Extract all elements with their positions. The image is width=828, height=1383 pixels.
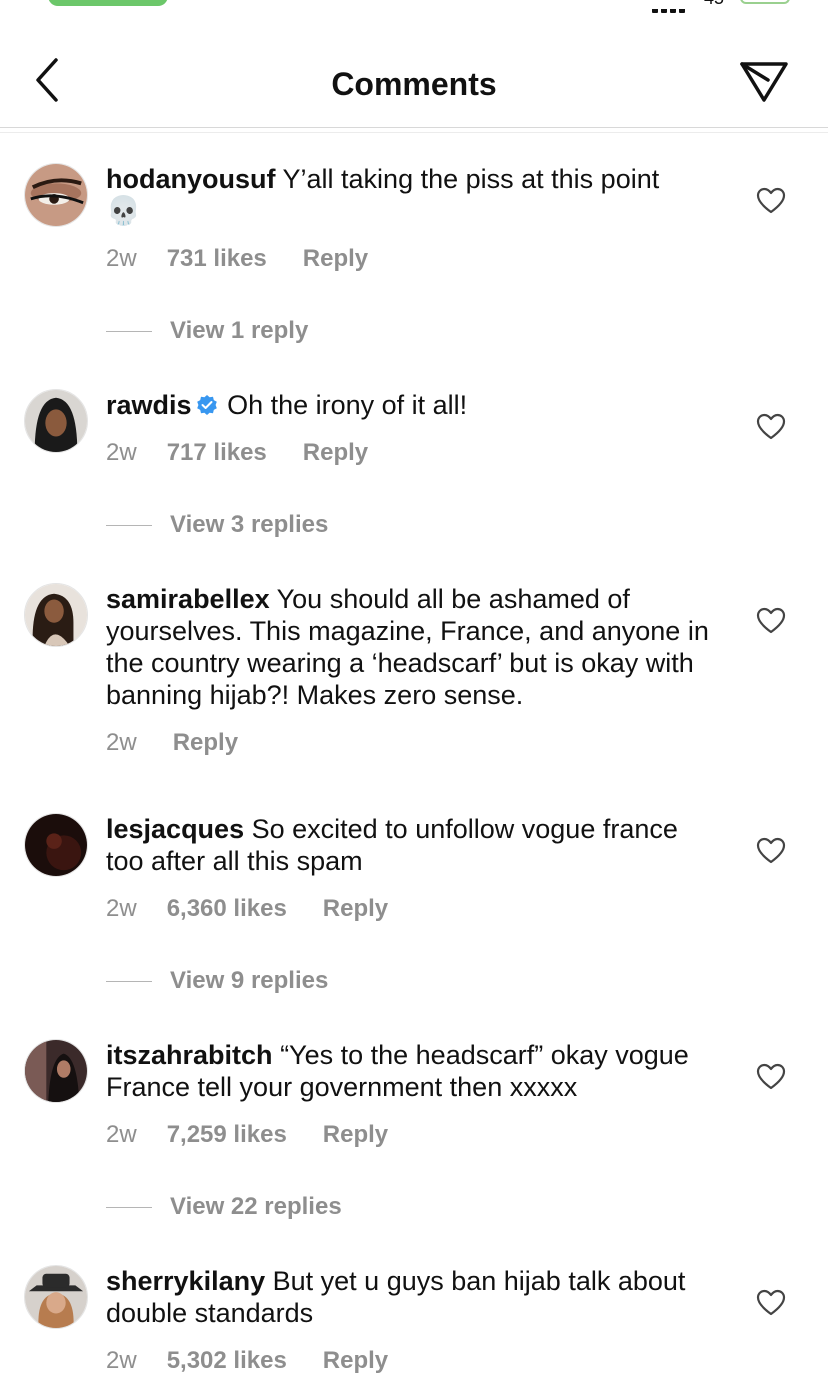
heart-icon — [756, 607, 786, 634]
page-title: Comments — [331, 66, 497, 102]
verified-badge-icon — [196, 395, 217, 415]
comments-header: Comments — [0, 40, 828, 128]
comment-meta: 2w 7,259 likes Reply — [106, 1121, 388, 1149]
reply-button[interactable]: Reply — [173, 729, 238, 757]
battery-icon — [740, 0, 790, 4]
avatar[interactable] — [24, 583, 88, 647]
view-replies-label: View 22 replies — [170, 1193, 342, 1220]
comment-text: Y’all taking the piss at this point — [282, 164, 660, 194]
send-button[interactable] — [738, 58, 790, 106]
reply-button[interactable]: Reply — [323, 1347, 388, 1375]
comment-username[interactable]: rawdis — [106, 390, 192, 420]
comment-body: lesjacques So excited to unfollow vogue … — [106, 813, 721, 877]
comment-time: 2w — [106, 729, 137, 756]
comment-meta: 2w 717 likes Reply — [106, 439, 368, 467]
like-button[interactable] — [756, 837, 786, 865]
replies-line — [106, 981, 152, 983]
replies-line — [106, 525, 152, 527]
comment-likes[interactable]: 717 likes — [167, 439, 267, 467]
like-button[interactable] — [756, 413, 786, 441]
reply-button[interactable]: Reply — [303, 245, 368, 273]
send-icon — [740, 62, 788, 102]
heart-icon — [756, 1063, 786, 1090]
avatar[interactable] — [24, 1265, 88, 1329]
comment-meta: 2w Reply — [106, 729, 238, 757]
comment-time: 2w — [106, 245, 137, 272]
comment-body: itszahrabitch “Yes to the headscarf” oka… — [106, 1039, 721, 1103]
heart-icon — [756, 413, 786, 440]
comment-time: 2w — [106, 1347, 137, 1374]
view-replies-label: View 9 replies — [170, 967, 329, 994]
comment-body: samirabellex You should all be ashamed o… — [106, 583, 721, 711]
avatar[interactable] — [24, 163, 88, 227]
comment-meta: 2w 6,360 likes Reply — [106, 895, 388, 923]
comment-username[interactable]: lesjacques — [106, 814, 244, 844]
replies-line — [106, 1207, 152, 1209]
avatar[interactable] — [24, 1039, 88, 1103]
replies-line — [106, 331, 152, 333]
heart-icon — [756, 187, 786, 214]
skull-emoji: 💀 — [106, 195, 141, 226]
header-divider — [0, 127, 828, 128]
comment-meta: 2w 731 likes Reply — [106, 245, 368, 273]
comment-username[interactable]: sherrykilany — [106, 1266, 265, 1296]
heart-icon — [756, 837, 786, 864]
comment-meta: 2w 5,302 likes Reply — [106, 1347, 388, 1375]
comment-likes[interactable]: 6,360 likes — [167, 895, 287, 923]
comment-likes[interactable]: 5,302 likes — [167, 1347, 287, 1375]
comment-time: 2w — [106, 439, 137, 466]
reply-button[interactable]: Reply — [323, 895, 388, 923]
status-text: 45 — [704, 0, 724, 9]
like-button[interactable] — [756, 1289, 786, 1317]
heart-icon — [756, 1289, 786, 1316]
like-button[interactable] — [756, 1063, 786, 1091]
comment-text: Oh the irony of it all! — [227, 390, 468, 420]
like-button[interactable] — [756, 187, 786, 215]
comment-time: 2w — [106, 1121, 137, 1148]
comment-username[interactable]: hodanyousuf — [106, 164, 276, 194]
comment-body: hodanyousuf Y’all taking the piss at thi… — [106, 163, 721, 227]
reply-button[interactable]: Reply — [303, 439, 368, 467]
view-replies-label: View 1 reply — [170, 317, 309, 344]
view-replies-button[interactable]: View 22 replies — [106, 1193, 342, 1221]
comment-likes[interactable]: 731 likes — [167, 245, 267, 273]
comment-username[interactable]: itszahrabitch — [106, 1040, 273, 1070]
header-divider-secondary — [0, 132, 828, 133]
avatar[interactable] — [24, 813, 88, 877]
reply-button[interactable]: Reply — [323, 1121, 388, 1149]
comment-time: 2w — [106, 895, 137, 922]
comment-body: rawdis Oh the irony of it all! — [106, 389, 721, 421]
view-replies-button[interactable]: View 1 reply — [106, 317, 308, 345]
comment-body: sherrykilany But yet u guys ban hijab ta… — [106, 1265, 721, 1329]
status-pill — [48, 0, 168, 6]
view-replies-button[interactable]: View 9 replies — [106, 967, 328, 995]
view-replies-button[interactable]: View 3 replies — [106, 511, 328, 539]
like-button[interactable] — [756, 607, 786, 635]
signal-icon — [652, 0, 692, 13]
comment-likes[interactable]: 7,259 likes — [167, 1121, 287, 1149]
avatar[interactable] — [24, 389, 88, 453]
comment-username[interactable]: samirabellex — [106, 584, 270, 614]
view-replies-label: View 3 replies — [170, 511, 329, 538]
